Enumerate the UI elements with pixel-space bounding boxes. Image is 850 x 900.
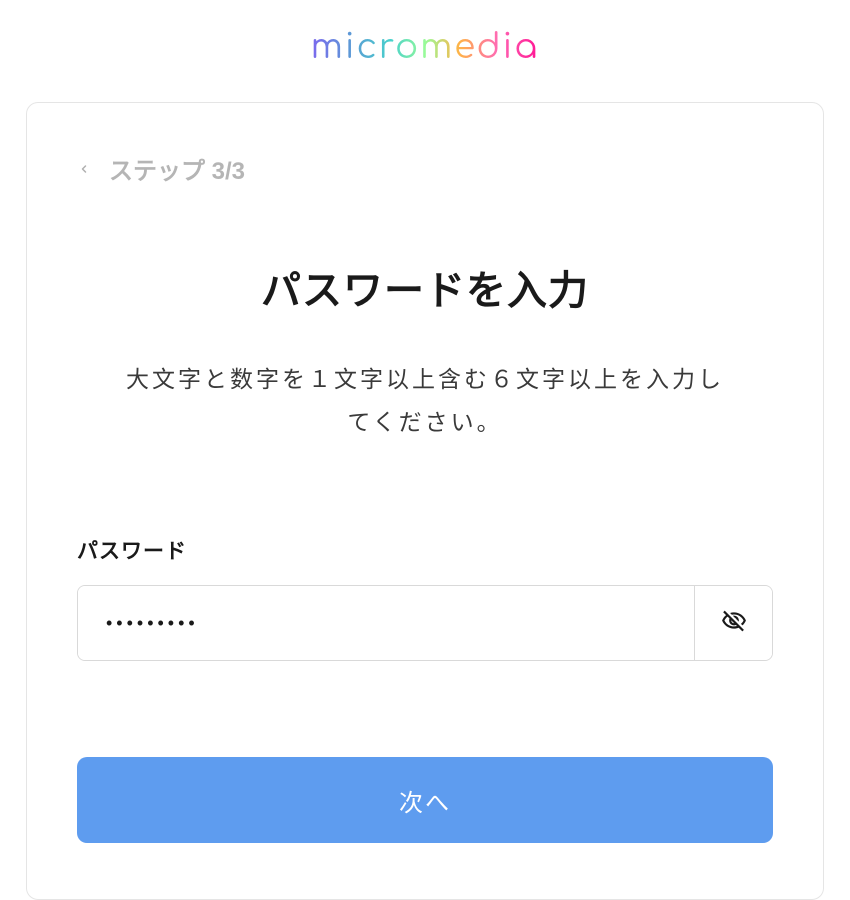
password-input[interactable] bbox=[78, 586, 694, 660]
password-input-wrapper bbox=[77, 585, 773, 661]
step-row: ステップ 3/3 bbox=[77, 151, 773, 186]
chevron-left-icon[interactable] bbox=[77, 158, 91, 180]
page-subtitle: 大文字と数字を１文字以上含む６文字以上を入力してください。 bbox=[115, 358, 735, 443]
page-title: パスワードを入力 bbox=[77, 258, 773, 316]
step-indicator: ステップ 3/3 bbox=[109, 151, 245, 186]
toggle-password-visibility-button[interactable] bbox=[694, 586, 772, 660]
brand-logo: micromedia bbox=[311, 28, 540, 66]
eye-off-icon bbox=[721, 608, 747, 639]
password-label: パスワード bbox=[77, 535, 773, 565]
next-button[interactable]: 次へ bbox=[77, 757, 773, 843]
password-form-group: パスワード bbox=[77, 535, 773, 661]
logo-container: micromedia bbox=[0, 28, 850, 66]
signup-card: ステップ 3/3 パスワードを入力 大文字と数字を１文字以上含む６文字以上を入力… bbox=[26, 102, 824, 900]
